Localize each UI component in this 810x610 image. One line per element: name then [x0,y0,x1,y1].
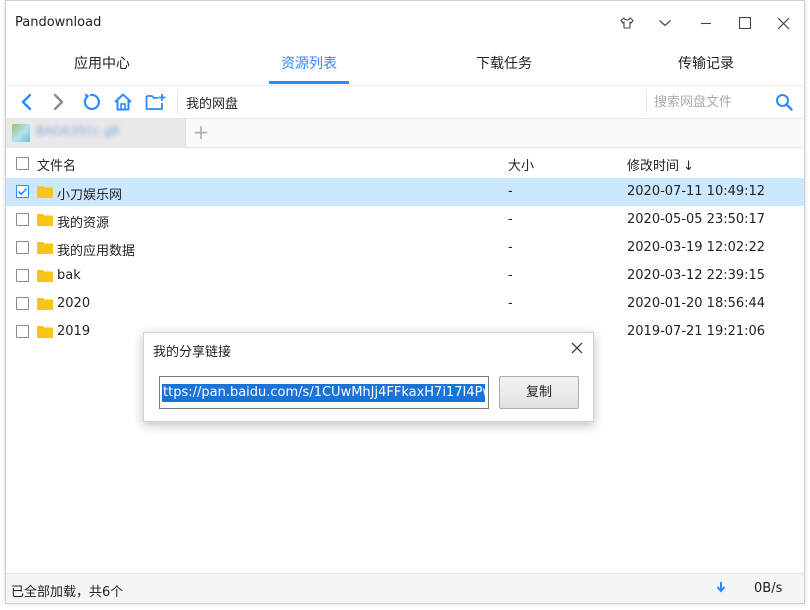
toolbar: 我的网盘 [6,86,804,118]
share-link-text: ttps://pan.baidu.com/s/1CUwMhJj4FFkaxH7i… [162,384,485,402]
table-row[interactable]: bak - 2020-03-12 22:39:15 [6,262,804,290]
title-bar: Pandownload [6,1,804,45]
file-name: 2019 [57,324,91,339]
row-checkbox[interactable] [16,269,29,282]
folder-icon [37,298,53,310]
tab-download-tasks[interactable]: 下载任务 [458,45,550,85]
download-speed: 0B/s [754,581,783,596]
dialog-title: 我的分享链接 [153,345,232,360]
dialog-close-icon[interactable] [568,339,586,357]
file-size: - [508,296,513,311]
row-checkbox[interactable] [16,185,29,198]
share-link-dialog: 我的分享链接 ttps://pan.baidu.com/s/1CUwMhJj4F… [143,332,594,422]
chevron-down-icon[interactable] [648,9,682,37]
column-header-mtime[interactable]: 修改时间 ↓ [627,155,694,174]
table-row[interactable]: 我的应用数据 - 2020-03-19 12:02:22 [6,234,804,262]
file-name: 小刀娱乐网 [57,188,123,203]
forward-icon[interactable] [46,90,70,114]
row-checkbox[interactable] [16,297,29,310]
file-size: - [508,268,513,283]
divider [646,90,647,114]
copy-button[interactable]: 复制 [499,376,579,409]
search-input[interactable] [654,90,766,114]
avatar [12,124,30,142]
folder-icon [37,270,53,282]
app-window: Pandownload 应用中心 资源列表 下载任务 传输记录 我的网盘 搜索网… [5,0,805,604]
tab-app-center[interactable]: 应用中心 [56,45,148,85]
divider [177,90,178,114]
maximize-icon[interactable] [728,9,762,37]
share-link-field[interactable]: ttps://pan.baidu.com/s/1CUwMhJj4FFkaxH7i… [159,376,489,409]
account-tab[interactable]: BAGA35Cc g8 [6,119,186,147]
folder-icon [37,242,53,254]
skin-icon[interactable] [610,9,644,37]
row-checkbox[interactable] [16,241,29,254]
add-account-button[interactable]: + [190,121,212,145]
file-size: - [508,184,513,199]
account-name: BAGA35Cc g8 [36,124,120,138]
file-mtime: 2020-01-20 18:56:44 [627,296,766,311]
status-bar: 已全部加载，共6个 0B/s [6,574,804,603]
file-mtime: 2019-07-21 19:21:06 [627,324,766,339]
row-checkbox[interactable] [16,213,29,226]
select-all-checkbox[interactable] [16,157,29,170]
file-mtime: 2020-03-12 22:39:15 [627,268,766,283]
file-name: 我的应用数据 [57,244,136,259]
table-row[interactable]: 我的资源 - 2020-05-05 23:50:17 [6,206,804,234]
refresh-icon[interactable] [79,90,103,114]
folder-icon [37,214,53,226]
close-icon[interactable] [766,9,800,37]
file-mtime: 2020-05-05 23:50:17 [627,212,766,227]
file-size: - [508,212,513,227]
account-tab-bar: BAGA35Cc g8 + [6,119,804,147]
file-name: bak [57,268,81,283]
file-name: 我的资源 [57,216,110,231]
table-row[interactable]: 2020 - 2020-01-20 18:56:44 [6,290,804,318]
status-text: 已全部加载，共6个 [11,585,124,600]
tab-transfer-records[interactable]: 传输记录 [660,45,752,85]
new-folder-icon[interactable] [144,90,168,114]
active-tab-indicator [269,81,349,84]
path-breadcrumb[interactable]: 我的网盘 [186,93,238,112]
file-mtime: 2020-03-19 12:02:22 [627,240,766,255]
column-header-name[interactable]: 文件名 [37,155,76,174]
minimize-icon[interactable] [689,9,723,37]
home-icon[interactable] [111,90,135,114]
folder-icon [37,186,53,198]
row-checkbox[interactable] [16,325,29,338]
tab-resource-list[interactable]: 资源列表 [264,45,354,85]
file-mtime: 2020-07-11 10:49:12 [627,184,766,199]
search-icon[interactable] [772,90,796,114]
main-tabs: 应用中心 资源列表 下载任务 传输记录 [6,45,804,85]
column-header-size[interactable]: 大小 [508,155,534,174]
download-arrow-icon [716,582,726,593]
app-title: Pandownload [15,15,102,30]
folder-icon [37,326,53,338]
back-icon[interactable] [15,90,39,114]
file-size: - [508,240,513,255]
file-list-header: 文件名 大小 修改时间 ↓ [6,148,804,178]
file-name: 2020 [57,296,91,311]
table-row[interactable]: 小刀娱乐网 - 2020-07-11 10:49:12 [6,178,804,206]
